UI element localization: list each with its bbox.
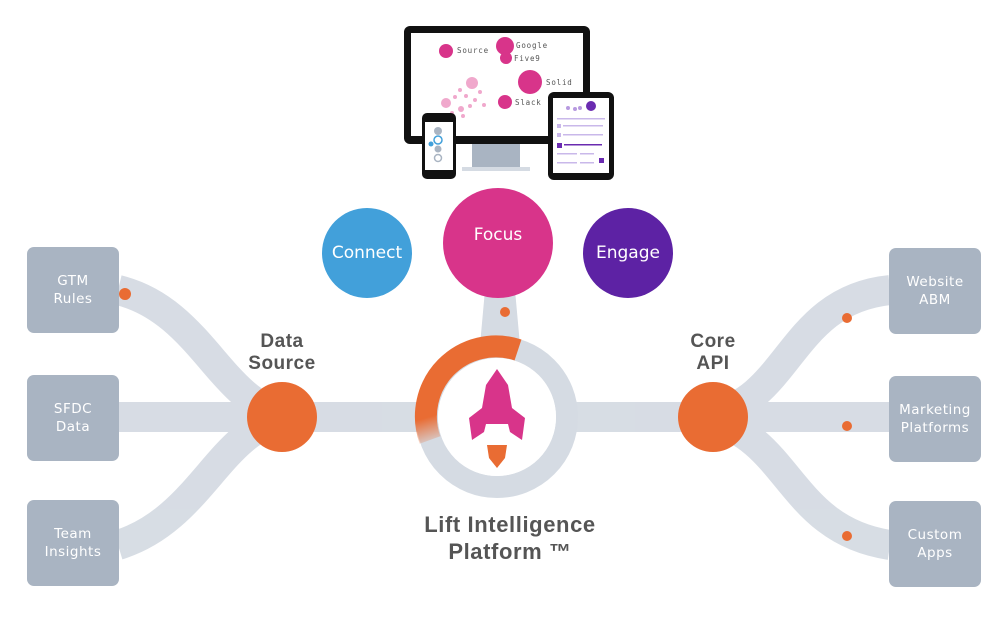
output-box-custom-apps: Custom Apps (889, 501, 981, 587)
core-api-hub (678, 382, 748, 452)
monitor-label-solid: Solid (546, 78, 573, 87)
platform-title-line1: Lift Intelligence (424, 512, 596, 537)
output-box-line1: Custom (907, 527, 963, 543)
output-box-line1: Marketing (899, 402, 971, 418)
input-box-line2: Insights (44, 544, 102, 560)
monitor-stand (472, 140, 520, 168)
output-box-line1: Website (906, 274, 964, 290)
input-box-sfdc-data: SFDC Data (27, 375, 119, 461)
input-box-line1: GTM (57, 273, 89, 289)
data-source-label: Data Source (222, 331, 342, 375)
platform-title-line2: Platform ™ (448, 539, 572, 564)
flow-dot (119, 288, 131, 300)
flow-dot (842, 421, 852, 431)
devices-illustration (404, 26, 614, 180)
flow-dot (500, 307, 510, 317)
input-box-line2: Data (55, 419, 91, 435)
pillar-engage: Engage (583, 208, 673, 298)
data-source-label-line1: Data (260, 331, 304, 352)
pillar-engage-label: Engage (596, 243, 660, 263)
core-api-label: Core API (653, 331, 773, 375)
input-box-line1: Team (54, 526, 92, 542)
pillar-focus-label: Focus (473, 225, 523, 245)
data-source-label-line2: Source (248, 353, 316, 374)
output-box-line2: Platforms (900, 420, 970, 436)
monitor-label-slack: Slack (515, 98, 542, 107)
input-box-line2: Rules (53, 291, 93, 307)
input-box-gtm-rules: GTM Rules (27, 247, 119, 333)
monitor-label-source: Source (457, 46, 489, 55)
flow-dot (842, 531, 852, 541)
monitor-label-google: Google (516, 41, 548, 50)
data-source-hub (247, 382, 317, 452)
pillar-connect: Connect (322, 208, 412, 298)
output-box-website-abm: Website ABM (889, 248, 981, 334)
monitor-label-five9: Five9 (514, 54, 541, 63)
input-box-team-insights: Team Insights (27, 500, 119, 586)
pillar-focus: Focus (443, 188, 553, 298)
flow-dot (842, 313, 852, 323)
core-api-label-line2: API (696, 353, 730, 374)
output-box-line2: Apps (917, 545, 953, 561)
input-box-line1: SFDC (53, 401, 93, 417)
pillar-connect-label: Connect (331, 243, 403, 263)
core-api-label-line1: Core (690, 331, 736, 352)
platform-title: Lift Intelligence Platform ™ (370, 511, 650, 565)
output-box-line2: ABM (919, 292, 951, 308)
output-box-marketing-platforms: Marketing Platforms (889, 376, 981, 462)
